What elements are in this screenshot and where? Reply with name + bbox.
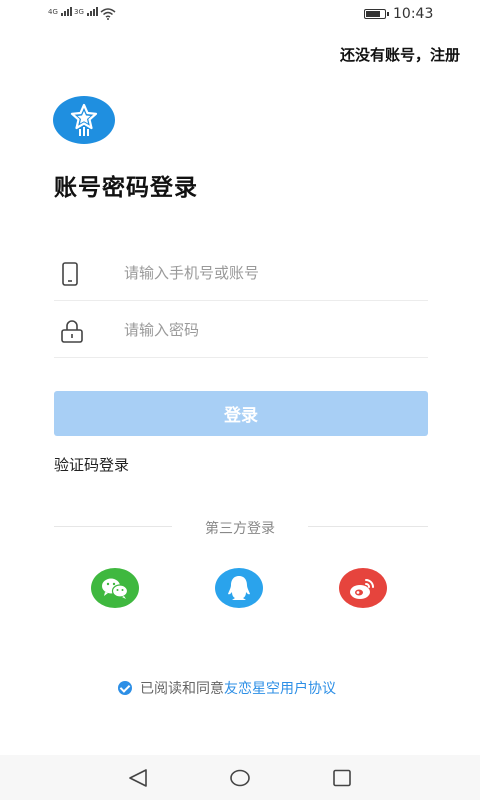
system-nav-bar bbox=[0, 755, 480, 800]
weibo-icon bbox=[350, 579, 374, 599]
third-party-label: 第三方登录 bbox=[205, 521, 275, 537]
status-time: 10:43 bbox=[393, 6, 434, 22]
signal-3g: 3G bbox=[74, 7, 99, 16]
status-bar: 4G 3G 10:43 bbox=[0, 0, 480, 28]
lock-icon bbox=[61, 320, 83, 343]
battery-level bbox=[366, 11, 380, 17]
signal-bars-icon bbox=[60, 7, 73, 16]
agreement-prefix: 已阅读和同意 bbox=[140, 681, 224, 697]
recents-square-icon[interactable] bbox=[332, 769, 352, 787]
battery-icon bbox=[364, 9, 389, 19]
wechat-login-button[interactable] bbox=[91, 568, 139, 608]
phone-input[interactable] bbox=[122, 258, 416, 288]
app-logo bbox=[53, 96, 115, 144]
agreement-checkbox[interactable] bbox=[118, 681, 132, 695]
wechat-icon bbox=[102, 578, 129, 599]
qq-icon bbox=[228, 576, 250, 600]
sms-login-link[interactable]: 验证码登录 bbox=[54, 454, 129, 475]
login-button[interactable]: 登录 bbox=[54, 391, 428, 436]
wifi-icon bbox=[100, 8, 116, 20]
agreement-link[interactable]: 友恋星空用户协议 bbox=[224, 681, 336, 697]
phone-icon bbox=[62, 262, 78, 286]
password-field[interactable] bbox=[54, 301, 428, 358]
divider-line-left bbox=[54, 526, 172, 527]
signal-bars-icon bbox=[86, 7, 99, 16]
phone-field[interactable] bbox=[54, 244, 428, 301]
back-triangle-icon[interactable] bbox=[128, 769, 148, 787]
agreement-row: 已阅读和同意友恋星空用户协议 bbox=[118, 678, 336, 698]
signal-3g-label: 3G bbox=[74, 8, 84, 16]
page-title: 账号密码登录 bbox=[54, 175, 198, 201]
signal-4g: 4G bbox=[48, 7, 73, 16]
home-circle-icon[interactable] bbox=[230, 769, 250, 787]
password-input[interactable] bbox=[122, 315, 416, 345]
star-rocket-icon bbox=[70, 103, 98, 136]
weibo-login-button[interactable] bbox=[339, 568, 387, 608]
qq-login-button[interactable] bbox=[215, 568, 263, 608]
signal-4g-label: 4G bbox=[48, 8, 58, 16]
register-link[interactable]: 还没有账号，注册 bbox=[340, 44, 460, 65]
divider-line-right bbox=[308, 526, 428, 527]
